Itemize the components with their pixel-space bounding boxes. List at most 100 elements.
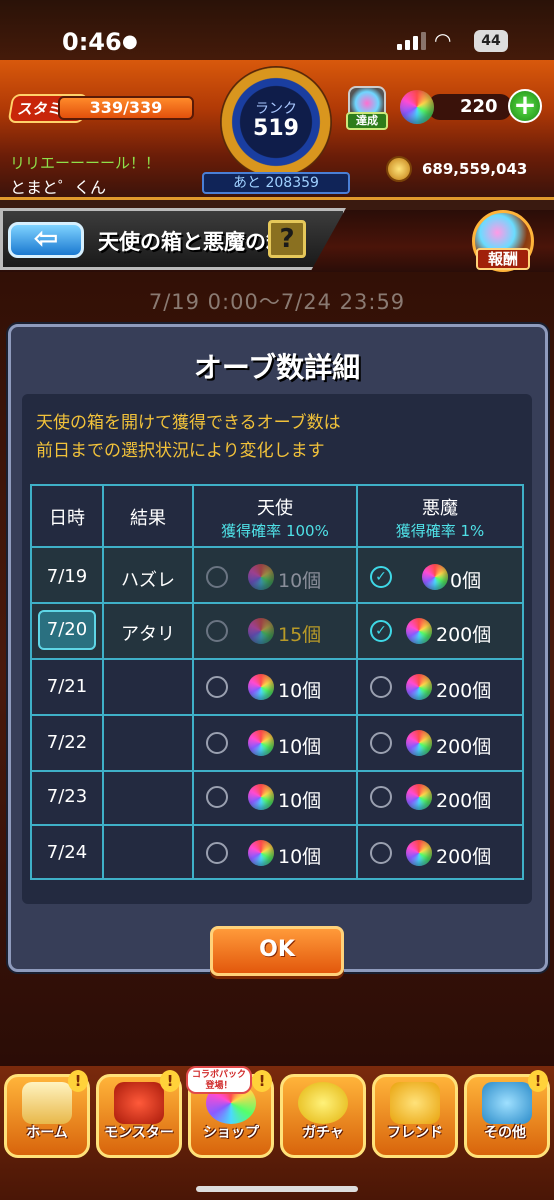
angel-count: 10個	[278, 680, 322, 702]
row-date: 7/19	[46, 566, 88, 587]
orb-icon	[406, 840, 432, 866]
orb-icon	[406, 618, 432, 644]
gacha-icon	[298, 1082, 348, 1124]
nav-other-label: その他	[484, 1125, 526, 1141]
monster-icon	[114, 1082, 164, 1124]
devil-radio[interactable]	[370, 786, 392, 808]
player-message: リリエーーーール！！	[10, 154, 161, 172]
header-devil: 悪魔	[422, 498, 458, 519]
nav-alert-badge: !	[160, 1070, 180, 1092]
ok-button[interactable]: OK	[210, 926, 344, 976]
header-devil-rate: 獲得確率 1%	[395, 522, 485, 540]
table-divider	[192, 484, 194, 880]
orb-icon	[248, 784, 274, 810]
devil-count: 200個	[436, 846, 492, 868]
devil-radio-checked: ✓	[370, 566, 392, 588]
orb-icon	[248, 564, 274, 590]
nav-friend-label: フレンド	[387, 1125, 443, 1141]
orb-icon	[248, 730, 274, 756]
notification-icon: ●	[122, 31, 138, 52]
coin-icon	[386, 156, 412, 182]
rank-label: ランク	[255, 101, 297, 117]
coin-value: 689,559,043	[422, 160, 528, 178]
nav-home-label: ホーム	[26, 1125, 68, 1141]
back-button[interactable]: ⇦	[8, 222, 84, 258]
buy-orb-button[interactable]: +	[508, 89, 542, 123]
row-result: アタリ	[121, 624, 175, 645]
table-divider	[102, 484, 104, 880]
row-result: ハズレ	[121, 570, 175, 591]
home-icon	[22, 1082, 72, 1124]
status-time: 0:46	[62, 28, 122, 56]
angel-radio	[206, 620, 228, 642]
orb-icon	[248, 618, 274, 644]
wifi-icon: ◠	[434, 28, 452, 52]
friend-icon	[390, 1082, 440, 1124]
header-result: 結果	[130, 508, 166, 529]
devil-radio[interactable]	[370, 676, 392, 698]
row-date: 7/20	[38, 610, 96, 650]
rank-value: 519	[253, 116, 299, 141]
devil-count: 200個	[436, 624, 492, 646]
signal-icon	[397, 32, 427, 50]
collab-pack-badge: コラボパック登場！	[186, 1066, 252, 1094]
reward-label: 報酬	[476, 248, 530, 270]
dialog-note-line: 天使の箱を開けて獲得できるオーブ数は	[36, 413, 341, 433]
angel-count: 10個	[278, 790, 322, 812]
nav-monster-label: モンスター	[104, 1125, 174, 1141]
angel-count: 10個	[278, 736, 322, 758]
header-angel: 天使	[257, 498, 293, 519]
table-divider	[30, 602, 524, 604]
dialog-note-line: 前日までの選択状況により変化します	[36, 441, 325, 461]
orb-icon	[248, 674, 274, 700]
devil-radio[interactable]	[370, 842, 392, 864]
battery-indicator: 44	[474, 30, 508, 52]
orb-count: 220	[428, 94, 512, 120]
achievement-label: 達成	[346, 112, 388, 130]
row-date: 7/22	[46, 732, 88, 753]
angel-count: 10個	[278, 846, 322, 868]
angel-count: 15個	[278, 624, 322, 646]
angel-radio[interactable]	[206, 842, 228, 864]
table-divider	[30, 658, 524, 660]
nav-alert-badge: !	[252, 1070, 272, 1092]
devil-radio-checked: ✓	[370, 620, 392, 642]
angel-radio[interactable]	[206, 676, 228, 698]
dialog-title: オーブ数詳細	[193, 351, 361, 384]
help-button[interactable]: ?	[268, 220, 306, 258]
angel-radio[interactable]	[206, 786, 228, 808]
home-indicator	[196, 1186, 358, 1192]
orb-icon	[406, 730, 432, 756]
page-title: 天使の箱と悪魔の箱	[98, 230, 287, 254]
angel-radio[interactable]	[206, 732, 228, 754]
devil-count: 200個	[436, 790, 492, 812]
table-divider	[356, 484, 358, 880]
table-divider	[30, 770, 524, 772]
table-divider	[30, 714, 524, 716]
angel-radio	[206, 566, 228, 588]
row-date: 7/23	[46, 786, 88, 807]
nav-shop-label: ショップ	[203, 1125, 259, 1141]
player-name: とまと゜くん	[10, 178, 107, 197]
nav-alert-badge: !	[528, 1070, 548, 1092]
row-date: 7/21	[46, 676, 88, 697]
devil-count: 200個	[436, 680, 492, 702]
stamina-bar: 339/339	[58, 96, 194, 120]
table-divider	[30, 546, 524, 548]
orb-icon	[248, 840, 274, 866]
devil-count: 0個	[450, 570, 482, 592]
row-date: 7/24	[46, 842, 88, 863]
rank-remaining: あと 208359	[202, 172, 350, 194]
angel-count: 10個	[278, 570, 322, 592]
header-date: 日時	[49, 508, 85, 529]
devil-radio[interactable]	[370, 732, 392, 754]
table-divider	[30, 824, 524, 826]
devil-count: 200個	[436, 736, 492, 758]
nav-gacha-label: ガチャ	[302, 1125, 344, 1141]
event-period: 7/19 0:00〜7/24 23:59	[148, 290, 406, 314]
orb-icon	[406, 674, 432, 700]
header-angel-rate: 獲得確率 100%	[221, 522, 329, 540]
orb-icon	[400, 90, 434, 124]
other-icon	[482, 1082, 532, 1124]
orb-icon	[422, 564, 448, 590]
